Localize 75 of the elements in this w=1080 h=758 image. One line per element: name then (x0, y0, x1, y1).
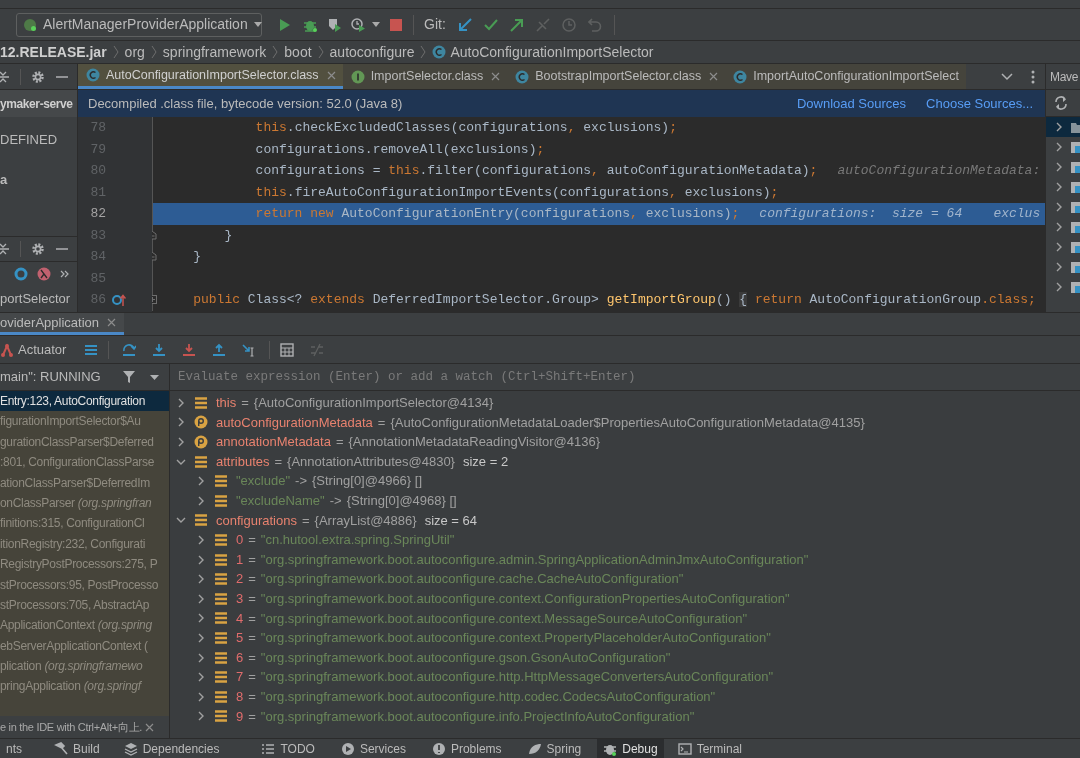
structure-item[interactable]: portSelector (0, 289, 71, 309)
stack-frame[interactable]: stProcessors:705, AbstractAp (0, 594, 169, 616)
variable-entry[interactable]: "excludeName" -> {String[0]@4968} [] (236, 491, 457, 511)
editor-tab[interactable]: ImportAutoConfigurationImportSelect (725, 64, 966, 89)
variable-entry[interactable]: 6 = "org.springframework.boot.autoconfigure.gson.GsonAutoConfiguration" (236, 647, 671, 668)
stack-frame[interactable]: :801, ConfigurationClassParse (0, 452, 169, 473)
code-line: return new AutoConfigurationEntry(configurations, exclusions); (254, 205, 740, 223)
inline-value-hint: configurations: size = 64 exclus (759, 205, 1041, 223)
tool-window-tab[interactable]: Build (48, 739, 106, 758)
tool-window-tab[interactable]: Dependencies (117, 739, 226, 758)
variable-entry[interactable]: 9 = "org.springframework.boot.autoconfigure.info.ProjectInfoAutoConfiguration" (236, 706, 695, 727)
thread-selector[interactable]: main": RUNNING (0, 367, 101, 387)
stack-frame[interactable]: onClassParser (org.springfran (0, 492, 169, 514)
stack-frame[interactable]: pringApplication (org.springf (0, 676, 169, 697)
code-line: this.fireAutoConfigurationImportEvents(configurations, exclusions); (254, 183, 779, 202)
code-line: configurations.removeAll(exclusions); (254, 140, 545, 159)
info-banner-text: Decompiled .class file, bytecode version: 52.0 (Java 8) (88, 94, 403, 113)
code-line: } (223, 226, 233, 245)
debug-session-tab[interactable]: oviderApplication (0, 313, 124, 335)
stack-frame[interactable]: stProcessors:95, PostProcesso (0, 574, 169, 595)
tree-item[interactable]: DEFINED (0, 130, 58, 150)
hint-text: e in the IDE with Ctrl+Alt+向上. (0, 719, 142, 735)
git-label: Git: (424, 15, 446, 34)
tool-window-tab[interactable]: Terminal (671, 739, 748, 758)
stack-frame[interactable]: gurationClassParser$Deferred (0, 431, 169, 453)
variable-entry[interactable]: 0 = "cn.hutool.extra.spring.SpringUtil" (236, 530, 455, 550)
tool-window-tab[interactable]: Problems (425, 739, 508, 758)
variable-entry[interactable]: 3 = "org.springframework.boot.autoconfigure.context.ConfigurationPropertiesAutoConfiguration" (236, 589, 790, 609)
code-line: } (192, 248, 201, 266)
variable-entry[interactable]: "exclude" -> {String[0]@4966} [] (236, 471, 423, 491)
tool-window-tab[interactable]: Services (334, 739, 412, 758)
stack-frame[interactable]: itionRegistry:232, Configurati (0, 533, 169, 555)
breadcrumb-item[interactable]: AutoConfigurationImportSelector (450, 41, 654, 63)
code-line: this.checkExcludedClasses(configurations, exclusions); (254, 119, 677, 137)
variable-entry[interactable]: this = {AutoConfigurationImportSelector@4134} (216, 393, 494, 413)
stack-frame[interactable]: ebServerApplicationContext ( (0, 635, 169, 657)
banner-link[interactable]: Choose Sources... (926, 93, 1033, 114)
variable-entry[interactable]: attributes = {AnnotationAttributes@4830} size = 2 (216, 451, 509, 472)
inline-value-hint: autoConfigurationMetadata: (837, 162, 1041, 180)
stack-frame[interactable]: ationClassParser$DeferredIm (0, 472, 169, 493)
stack-frame[interactable]: figurationImportSelector$Au (0, 411, 169, 432)
variable-entry[interactable]: 8 = "org.springframework.boot.autoconfigure.http.codec.CodecsAutoConfiguration" (236, 686, 716, 707)
stack-frame[interactable]: Entry:123, AutoConfiguration (0, 391, 169, 412)
variable-entry[interactable]: 4 = "org.springframework.boot.autoconfigure.context.MessageSourceAutoConfiguration" (236, 608, 747, 629)
variable-entry[interactable]: 7 = "org.springframework.boot.autoconfigure.http.HttpMessageConvertersAutoConfiguration" (236, 667, 773, 687)
variable-entry[interactable]: autoConfigurationMetadata = {AutoConfigurationMetadataLoader$PropertiesAutoConfigurationMetadata@4135} (216, 412, 865, 433)
variable-entry[interactable]: configurations = {ArrayList@4886} size = 64 (216, 510, 478, 531)
stack-frame[interactable]: ApplicationContext (org.spring (0, 615, 169, 636)
stack-frame[interactable]: plication (org.springframewo (0, 656, 169, 677)
variable-entry[interactable]: annotationMetadata = {AnnotationMetadataReadingVisitor@4136} (216, 432, 600, 452)
code-line: public Class<? extends DeferredImportSelector.Group> getImportGroup() { return AutoConfigurationGroup.class; (192, 291, 1036, 309)
editor-tab[interactable]: ImportSelector.class (342, 64, 508, 89)
breadcrumb-item[interactable]: org (124, 41, 145, 63)
tool-window-tab[interactable]: nts (0, 739, 28, 758)
breadcrumb-item[interactable]: boot (284, 41, 312, 63)
breadcrumb-item[interactable]: autoconfigure (329, 41, 415, 63)
maven-panel-title[interactable]: Mave (1050, 67, 1079, 86)
actuator-tab[interactable]: Actuator (0, 339, 67, 360)
variable-entry[interactable]: 2 = "org.springframework.boot.autoconfigure.cache.CacheAutoConfiguration" (236, 569, 684, 589)
run-configuration-dropdown[interactable]: AlertManagerProviderApplication (16, 12, 262, 37)
breadcrumb-item[interactable]: springframework (162, 41, 267, 63)
stack-frame[interactable]: finitions:315, ConfigurationCl (0, 513, 169, 534)
code-line: configurations = this.filter(configurations, autoConfigurationMetadata); (254, 162, 818, 180)
tool-window-tab[interactable]: Debug (597, 739, 664, 758)
editor-tab[interactable]: BootstrapImportSelector.class (507, 64, 726, 89)
tree-item[interactable]: a (0, 170, 8, 190)
line-number: 82 (90, 205, 106, 223)
variable-entry[interactable]: 5 = "org.springframework.boot.autoconfigure.context.PropertyPlaceholderAutoConfiguration" (236, 628, 771, 648)
stack-frame[interactable]: RegistryPostProcessors:275, P (0, 554, 169, 575)
banner-link[interactable]: Download Sources (796, 93, 907, 114)
tool-window-tab[interactable]: TODO (255, 739, 321, 758)
editor-tab[interactable]: AutoConfigurationImportSelector.class (78, 64, 343, 89)
variable-entry[interactable]: 1 = "org.springframework.boot.autoconfigure.admin.SpringApplicationAdminJmxAutoConfiguration" (236, 549, 809, 570)
tool-window-tab[interactable]: Spring (521, 739, 588, 758)
breadcrumb-item[interactable]: 12.RELEASE.jar (0, 41, 107, 63)
